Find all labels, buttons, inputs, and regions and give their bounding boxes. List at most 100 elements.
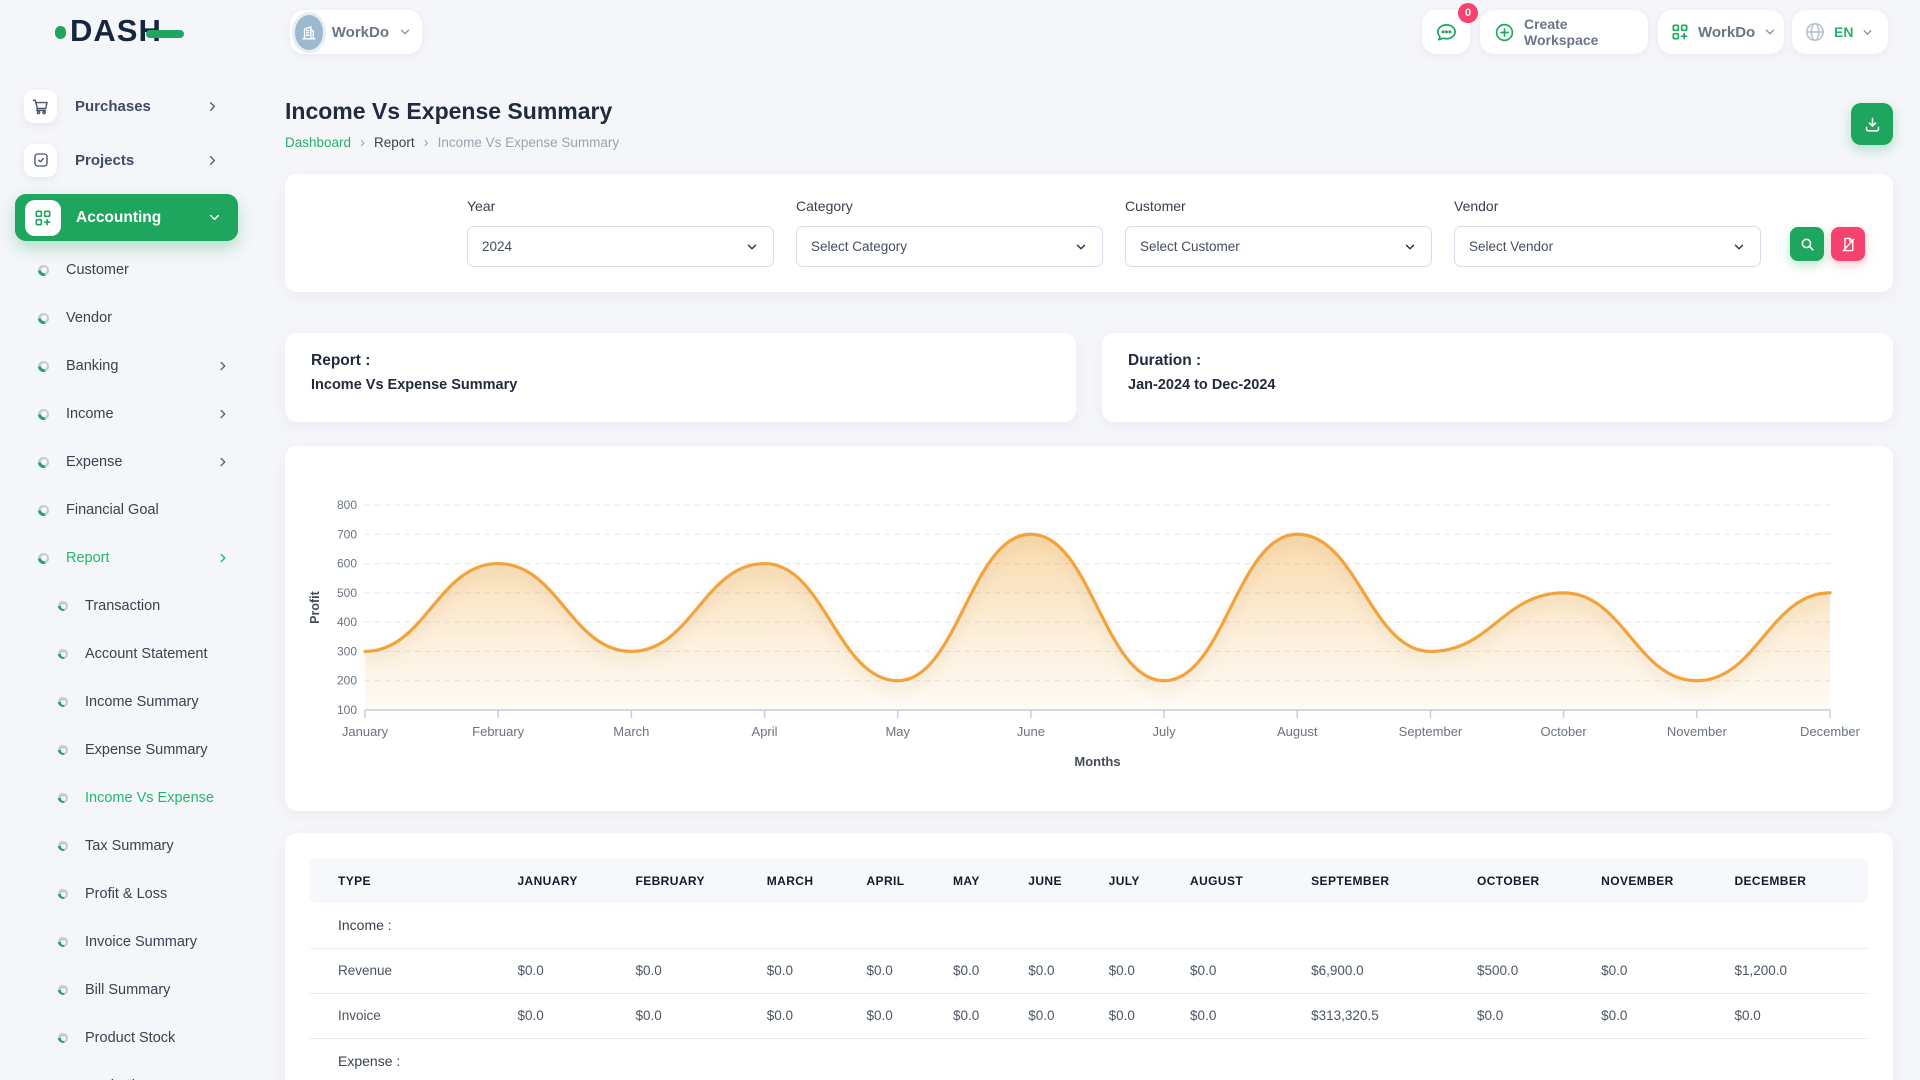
row-value-cell: $0.0 — [858, 948, 944, 993]
row-value-cell: $0.0 — [858, 993, 944, 1038]
row-value-cell: $0.0 — [627, 993, 758, 1038]
sidebar-item-expense-summary[interactable]: Expense Summary — [0, 726, 250, 774]
sidebar-item-account-statement[interactable]: Account Statement — [0, 630, 250, 678]
row-value-cell: $0.0 — [627, 948, 758, 993]
messages-button[interactable]: 0 — [1422, 10, 1470, 54]
svg-text:500: 500 — [337, 586, 357, 600]
sidebar-item-purchases[interactable]: Purchases — [12, 84, 238, 128]
year-select[interactable]: 2024 — [467, 226, 774, 267]
sidebar-item-label: Expense Summary — [85, 742, 250, 758]
report-summary-card: Report : Income Vs Expense Summary — [285, 333, 1076, 422]
create-workspace-button[interactable]: Create Workspace — [1480, 10, 1648, 54]
bullet-icon — [58, 937, 68, 947]
bullet-icon — [38, 313, 49, 324]
breadcrumb-report[interactable]: Report — [374, 135, 415, 150]
sidebar-item-income-summary[interactable]: Income Summary — [0, 678, 250, 726]
category-select[interactable]: Select Category — [796, 226, 1103, 267]
bullet-icon — [38, 553, 49, 564]
bullet-icon — [58, 889, 68, 899]
table-header-cell: DECEMBER — [1726, 858, 1868, 903]
bullet-icon — [58, 601, 68, 611]
sidebar-item-label: Financial Goal — [66, 502, 250, 518]
row-value-cell: $0.0 — [1101, 993, 1182, 1038]
sidebar-item-cash-flow[interactable]: Cash Flow — [0, 1062, 250, 1080]
topbar: DASH WorkDo 0 Create Workspace — [0, 0, 1920, 62]
row-value-cell: $500.0 — [1469, 948, 1593, 993]
vendor-filter: Vendor Select Vendor — [1454, 198, 1761, 292]
chevron-down-icon — [1403, 240, 1417, 254]
report-card-value: Income Vs Expense Summary — [311, 377, 1050, 393]
sidebar-item-report[interactable]: Report — [0, 534, 250, 582]
customer-select[interactable]: Select Customer — [1125, 226, 1432, 267]
sidebar-item-transaction[interactable]: Transaction — [0, 582, 250, 630]
logo-dot-icon — [55, 26, 66, 39]
vendor-select[interactable]: Select Vendor — [1454, 226, 1761, 267]
bullet-icon — [58, 985, 68, 995]
row-value-cell: $0.0 — [1469, 993, 1593, 1038]
sidebar-item-accounting[interactable]: Accounting — [15, 194, 238, 241]
page-head: Income Vs Expense Summary Dashboard › Re… — [285, 98, 1893, 150]
bullet-icon — [58, 745, 68, 755]
svg-text:February: February — [472, 724, 525, 739]
sidebar-item-label: Projects — [75, 152, 205, 169]
language-code: EN — [1834, 24, 1853, 40]
sidebar-item-expense[interactable]: Expense — [0, 438, 250, 486]
chevron-down-icon — [1732, 240, 1746, 254]
bullet-icon — [58, 1033, 68, 1043]
sidebar-item-income-vs-expense[interactable]: Income Vs Expense — [0, 774, 250, 822]
apply-filter-button[interactable] — [1790, 227, 1824, 261]
report-card-title: Report : — [311, 352, 1050, 370]
svg-text:November: November — [1667, 724, 1728, 739]
row-type: Invoice — [310, 993, 509, 1038]
create-workspace-label: Create Workspace — [1524, 16, 1634, 48]
chevron-down-icon — [1763, 25, 1777, 39]
table-header-row: TYPEJANUARYFEBRUARYMARCHAPRILMAYJUNEJULY… — [310, 858, 1868, 903]
workspace-menu-button[interactable]: WorkDo — [1658, 10, 1784, 54]
income-expense-table: TYPEJANUARYFEBRUARYMARCHAPRILMAYJUNEJULY… — [310, 858, 1868, 1080]
bullet-icon — [58, 841, 68, 851]
sidebar-item-projects[interactable]: Projects — [12, 138, 238, 182]
customer-label: Customer — [1125, 198, 1432, 214]
bullet-icon — [38, 505, 49, 516]
sidebar-item-label: Banking — [66, 358, 216, 374]
table-header-cell: FEBRUARY — [627, 858, 758, 903]
chat-icon — [1435, 21, 1458, 44]
check-square-icon — [24, 144, 57, 177]
sidebar-item-invoice-summary[interactable]: Invoice Summary — [0, 918, 250, 966]
main-content: Income Vs Expense Summary Dashboard › Re… — [250, 62, 1920, 1080]
sidebar-item-financial-goal[interactable]: Financial Goal — [0, 486, 250, 534]
income-expense-table-card: TYPEJANUARYFEBRUARYMARCHAPRILMAYJUNEJULY… — [285, 833, 1893, 1080]
duration-summary-card: Duration : Jan-2024 to Dec-2024 — [1102, 333, 1893, 422]
table-header-cell: MAY — [945, 858, 1020, 903]
breadcrumb-current: Income Vs Expense Summary — [438, 135, 620, 150]
file-slash-icon — [1840, 236, 1857, 253]
bullet-icon — [58, 649, 68, 659]
sidebar-item-tax-summary[interactable]: Tax Summary — [0, 822, 250, 870]
row-value-cell: $0.0 — [945, 948, 1020, 993]
category-select-value: Select Category — [811, 239, 907, 254]
breadcrumb-dashboard[interactable]: Dashboard — [285, 135, 351, 150]
grid-plus-icon — [1670, 22, 1690, 42]
sidebar-item-bill-summary[interactable]: Bill Summary — [0, 966, 250, 1014]
table-header-cell: NOVEMBER — [1593, 858, 1726, 903]
sidebar-item-profit-loss[interactable]: Profit & Loss — [0, 870, 250, 918]
svg-text:100: 100 — [337, 703, 357, 717]
sidebar-item-banking[interactable]: Banking — [0, 342, 250, 390]
language-selector[interactable]: EN — [1792, 10, 1888, 54]
sidebar-item-income[interactable]: Income — [0, 390, 250, 438]
row-value-cell: $0.0 — [945, 993, 1020, 1038]
building-icon — [295, 15, 323, 50]
sidebar-item-label: Product Stock — [85, 1030, 250, 1046]
workspace-selector[interactable]: WorkDo — [290, 10, 422, 54]
download-button[interactable] — [1851, 103, 1893, 145]
sidebar-item-product-stock[interactable]: Product Stock — [0, 1014, 250, 1062]
reset-filter-button[interactable] — [1831, 227, 1865, 261]
sidebar-item-vendor[interactable]: Vendor — [0, 294, 250, 342]
profit-chart: 100200300400500600700800JanuaryFebruaryM… — [285, 466, 1893, 796]
sidebar-item-label: Accounting — [76, 209, 207, 227]
sidebar-item-label: Profit & Loss — [85, 886, 250, 902]
bullet-icon — [38, 409, 49, 420]
sidebar-item-customer[interactable]: Customer — [0, 246, 250, 294]
brand-logo[interactable]: DASH — [55, 15, 184, 46]
chevron-down-icon — [207, 210, 222, 225]
